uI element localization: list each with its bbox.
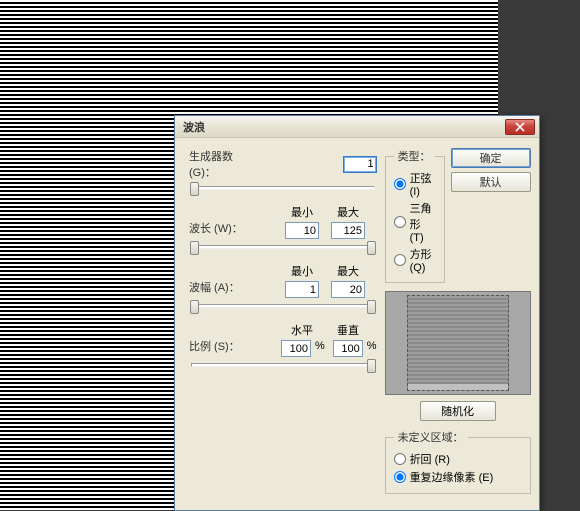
amplitude-max-label: 最大 xyxy=(331,263,365,279)
wavelength-max-input[interactable] xyxy=(331,222,365,239)
undefined-area-fieldset: 未定义区域： 折回 (R) 重复边缘像素 (E) xyxy=(385,429,531,494)
wavelength-min-input[interactable] xyxy=(285,222,319,239)
right-panel: 类型： 正弦 (I) 三角形 (T) 方形 (Q) 确定 默认 随机化 未定义区… xyxy=(385,148,531,498)
amplitude-min-input[interactable] xyxy=(285,281,319,298)
slider-thumb[interactable] xyxy=(190,241,199,255)
type-sine-radio[interactable]: 正弦 (I) xyxy=(394,170,436,198)
generators-label: 生成器数 (G)： xyxy=(189,148,261,180)
generators-input[interactable] xyxy=(343,156,377,173)
type-fieldset: 类型： 正弦 (I) 三角形 (T) 方形 (Q) xyxy=(385,148,445,283)
type-triangle-radio[interactable]: 三角形 (T) xyxy=(394,200,436,244)
amplitude-slider[interactable] xyxy=(191,304,375,308)
wavelength-max-label: 最大 xyxy=(331,204,365,220)
undef-wrap-radio[interactable]: 折回 (R) xyxy=(394,451,522,467)
generators-slider[interactable] xyxy=(191,186,375,190)
scale-h-label: 水平 xyxy=(285,322,319,338)
slider-thumb[interactable] xyxy=(367,241,376,255)
pct-label: % xyxy=(367,340,377,357)
close-icon xyxy=(515,122,525,132)
slider-thumb[interactable] xyxy=(190,182,199,196)
amplitude-label: 波幅 (A)： xyxy=(189,279,261,295)
scale-v-label: 垂直 xyxy=(331,322,365,338)
randomize-button[interactable]: 随机化 xyxy=(420,401,496,421)
preview-thumbnail xyxy=(407,295,509,391)
amplitude-min-label: 最小 xyxy=(285,263,319,279)
scale-h-input[interactable] xyxy=(281,340,311,357)
undef-repeat-radio[interactable]: 重复边缘像素 (E) xyxy=(394,469,522,485)
scale-slider[interactable] xyxy=(191,363,375,367)
close-button[interactable] xyxy=(505,119,535,135)
wavelength-slider[interactable] xyxy=(191,245,375,249)
scale-label: 比例 (S)： xyxy=(189,338,261,354)
slider-thumb[interactable] xyxy=(367,300,376,314)
preview-area xyxy=(385,291,531,395)
amplitude-max-input[interactable] xyxy=(331,281,365,298)
slider-thumb[interactable] xyxy=(367,359,376,373)
wavelength-min-label: 最小 xyxy=(285,204,319,220)
wave-dialog: 波浪 生成器数 (G)： 最小 最大 波长 (W)： xyxy=(174,115,540,511)
type-square-radio[interactable]: 方形 (Q) xyxy=(394,246,436,274)
undefined-area-legend: 未定义区域： xyxy=(394,429,468,445)
pct-label: % xyxy=(315,340,325,357)
controls-panel: 生成器数 (G)： 最小 最大 波长 (W)： xyxy=(189,148,377,498)
scale-v-input[interactable] xyxy=(333,340,363,357)
type-legend: 类型： xyxy=(394,148,435,164)
ok-button[interactable]: 确定 xyxy=(451,148,531,168)
titlebar[interactable]: 波浪 xyxy=(175,116,539,138)
default-button[interactable]: 默认 xyxy=(451,172,531,192)
wavelength-label: 波长 (W)： xyxy=(189,220,261,236)
dialog-title: 波浪 xyxy=(183,119,505,135)
slider-thumb[interactable] xyxy=(190,300,199,314)
